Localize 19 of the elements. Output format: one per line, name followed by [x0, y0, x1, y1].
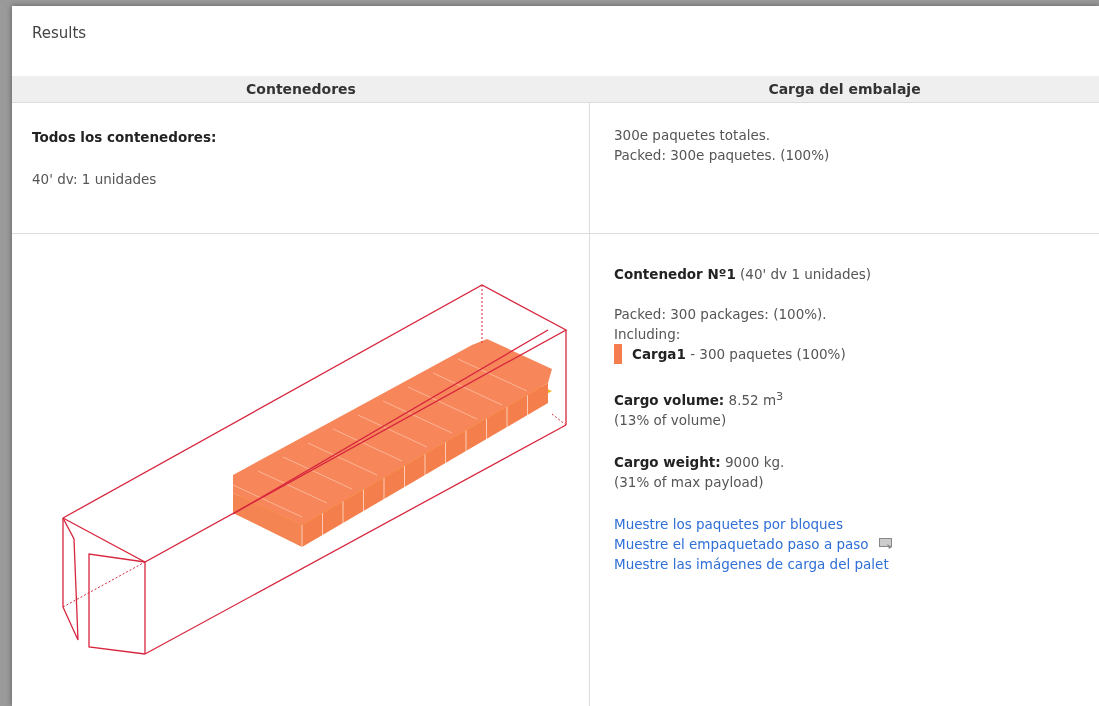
panel-title: Results [31, 23, 88, 44]
container-title: Contenedor Nº1 (40' dv 1 unidades) [614, 265, 873, 284]
summary-text: 300e paquetes totales. [614, 126, 772, 145]
column-header: Contenedores [12, 76, 590, 102]
summary-text: Packed: 300e paquetes. (100%) [614, 146, 831, 165]
link[interactable]: Muestre las imágenes de carga del palet [614, 553, 889, 574]
cargo-text: Carga1 - 300 paquetes (100%) [632, 345, 846, 364]
volume-text: Cargo volume: 8.52 m$^{3}$ [614, 388, 785, 410]
summary-heading: Todos los contenedores: [32, 128, 218, 147]
link[interactable]: Muestre los paquetes por bloques [614, 513, 843, 534]
including-label: Including: [614, 325, 682, 344]
column-header: Carga del embalaje [590, 76, 1099, 102]
weight-text: Cargo weight: 9000 kg. [614, 452, 786, 472]
volume-share: (13% of volume) [614, 410, 728, 430]
presentation-icon[interactable] [878, 537, 893, 550]
weight-share: (31% of max payload) [614, 472, 765, 492]
packed-text: Packed: 300 packages: (100%). [614, 305, 828, 324]
units-text: 40' dv: 1 unidades [32, 170, 158, 189]
link[interactable]: Muestre el empaquetado paso a paso [614, 533, 869, 554]
